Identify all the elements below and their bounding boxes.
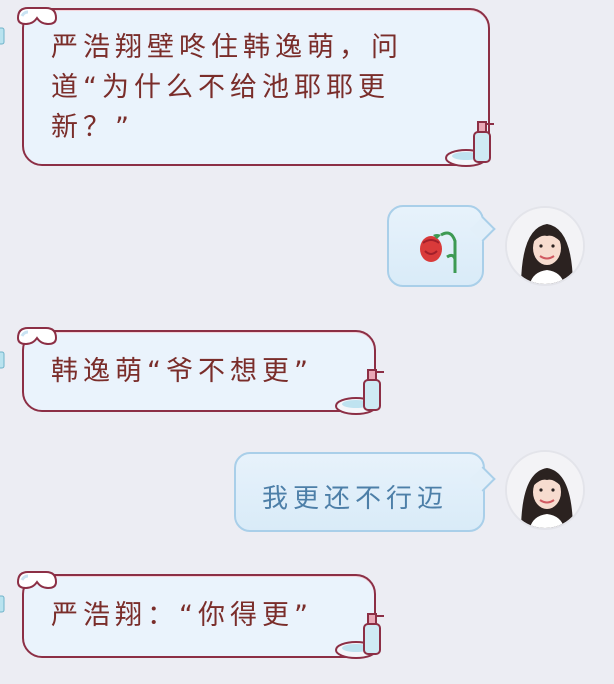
message-bubble-incoming[interactable]: 韩逸萌“爷不想更” xyxy=(22,330,376,412)
edge-decoration-icon xyxy=(0,595,5,613)
edge-decoration-icon xyxy=(0,351,5,369)
goggles-icon xyxy=(16,571,58,590)
edge-decoration-icon xyxy=(0,27,5,45)
message-bubble-incoming[interactable]: 严浩翔：“你得更” xyxy=(22,574,376,658)
message-bubble-outgoing[interactable] xyxy=(387,205,484,287)
goggles-icon xyxy=(16,7,58,26)
message-bubble-outgoing[interactable]: 我更还不行迈 xyxy=(234,452,485,532)
message-text: 我更还不行迈 xyxy=(262,484,449,514)
message-text: 韩逸萌“爷不想更” xyxy=(51,356,313,387)
avatar-girl xyxy=(507,452,583,528)
avatar[interactable] xyxy=(505,206,585,286)
message-text: 严浩翔：“你得更” xyxy=(51,600,313,631)
sanitizer-bottle-icon xyxy=(335,369,384,415)
message-text: 严浩翔壁咚住韩逸萌，问道“为什么不给池耶耶更新？” xyxy=(51,32,403,143)
avatar[interactable] xyxy=(505,450,585,530)
wilted-rose-icon xyxy=(420,231,457,273)
goggles-icon xyxy=(16,327,58,346)
chat-area: 严浩翔壁咚住韩逸萌，问道“为什么不给池耶耶更新？” 韩逸萌“爷不想更” 我更还不… xyxy=(0,0,614,684)
avatar-girl xyxy=(507,208,583,284)
sanitizer-bottle-icon xyxy=(445,121,494,167)
sanitizer-bottle-icon xyxy=(335,613,384,659)
message-bubble-incoming[interactable]: 严浩翔壁咚住韩逸萌，问道“为什么不给池耶耶更新？” xyxy=(22,8,490,166)
